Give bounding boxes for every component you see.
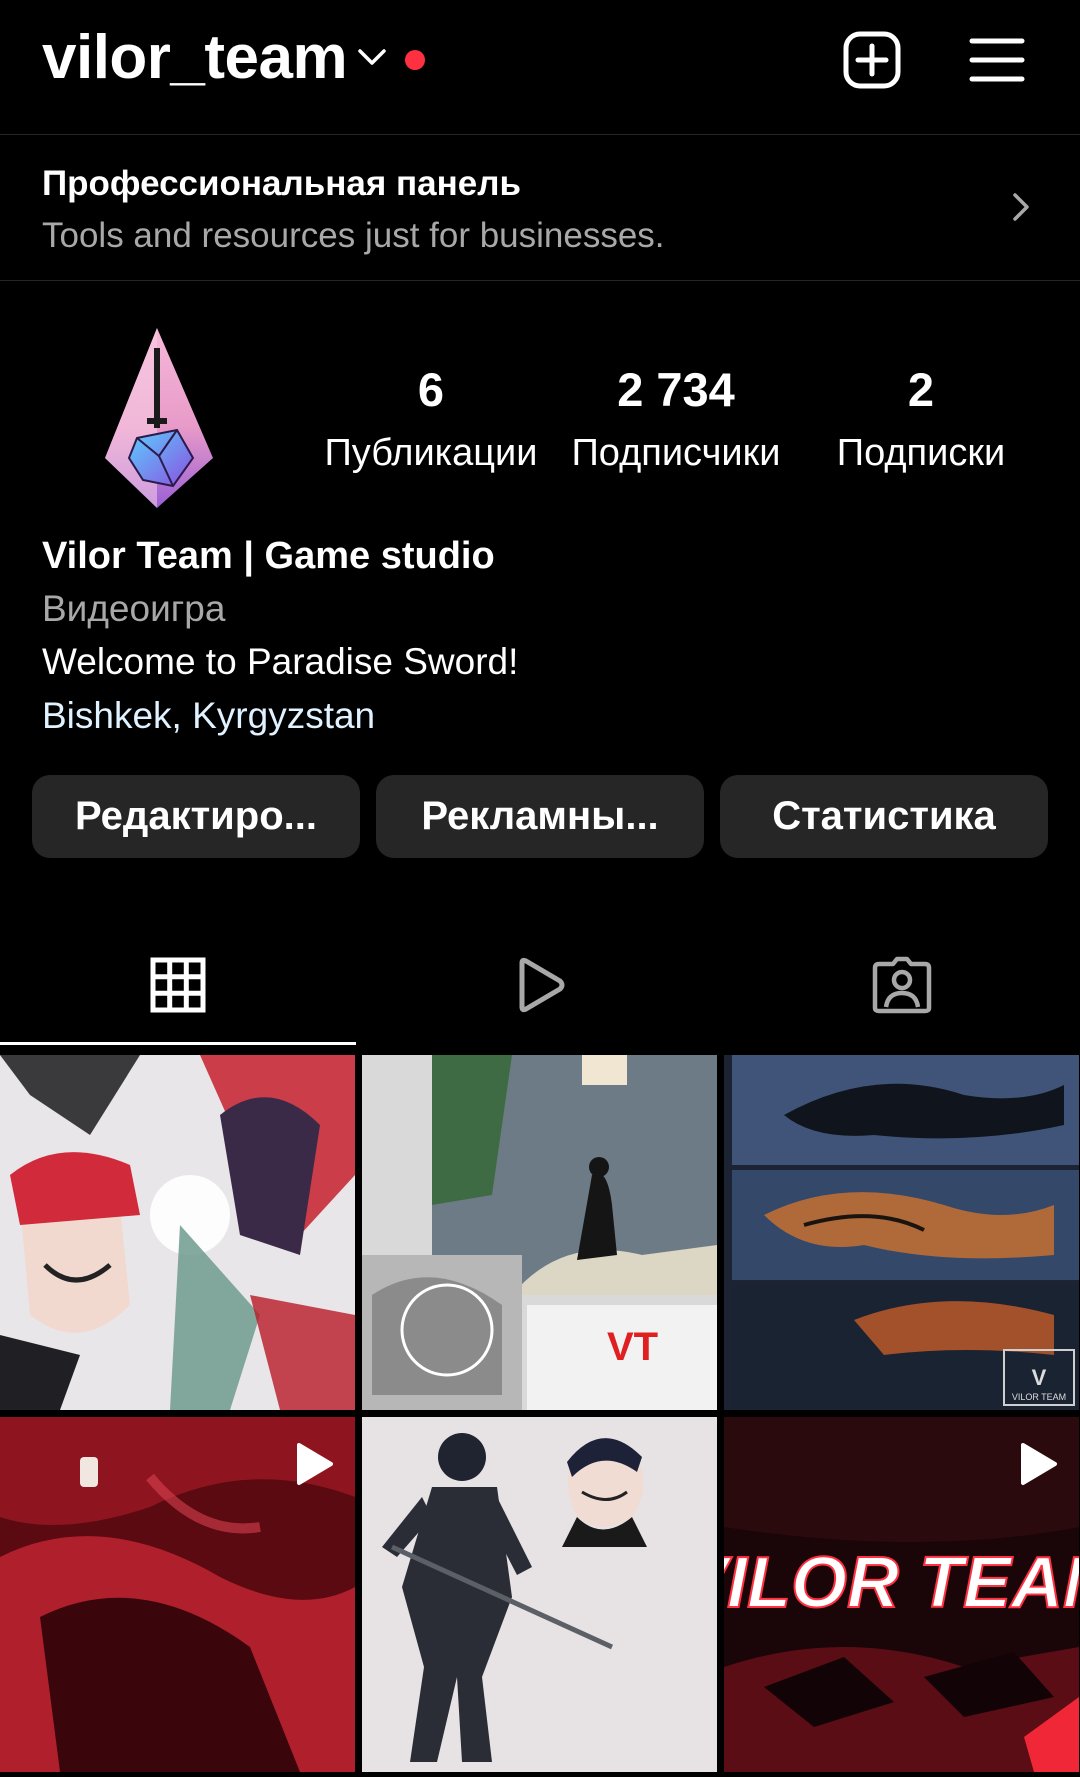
active-tab-indicator — [0, 1042, 356, 1045]
posts-label: Публикации — [324, 432, 538, 474]
vilor-team-watermark: VILOR TEAM — [1012, 1392, 1066, 1402]
post-thumbnail[interactable]: VT — [362, 1055, 717, 1410]
profile-bio: Welcome to Paradise Sword! — [42, 641, 519, 682]
post-thumbnail[interactable] — [362, 1417, 717, 1772]
video-play-icon — [297, 1443, 333, 1485]
v-logo-mark: V — [1032, 1365, 1047, 1390]
following-label[interactable]: Подписки — [801, 432, 1041, 475]
chevron-down-icon[interactable] — [355, 44, 389, 70]
post-thumbnail[interactable]: VILOR TEAM — [724, 1417, 1079, 1772]
profile-avatar[interactable] — [85, 318, 230, 518]
pro-panel-title: Профессиональная панель — [42, 164, 521, 203]
followers-count[interactable]: 2 734 — [556, 362, 796, 417]
post-thumbnail[interactable] — [0, 1417, 355, 1772]
ad-tools-button[interactable]: Рекламны... — [376, 775, 704, 858]
profile-name: Vilor Team | Game studio — [42, 535, 495, 577]
tab-tagged[interactable] — [724, 930, 1080, 1040]
plus-square-icon — [843, 31, 901, 89]
reels-play-icon — [519, 957, 565, 1013]
tagged-person-icon — [872, 956, 932, 1014]
video-play-icon — [1021, 1443, 1057, 1485]
vt-logo-text: VT — [607, 1325, 658, 1369]
grid-icon — [150, 957, 206, 1013]
chevron-right-icon — [1013, 193, 1029, 221]
tab-posts-grid[interactable] — [0, 930, 356, 1040]
following-count[interactable]: 2 — [801, 362, 1041, 417]
post-thumbnail[interactable] — [0, 1055, 355, 1410]
vilor-team-title-text: VILOR TEAM — [724, 1543, 1079, 1623]
pro-panel-subtitle: Tools and resources just for businesses. — [42, 216, 665, 255]
create-post-button[interactable] — [840, 28, 904, 92]
edit-profile-button[interactable]: Редактиро... — [32, 775, 360, 858]
top-bar: vilor_team — [0, 0, 1080, 134]
insights-button[interactable]: Статистика — [720, 775, 1048, 858]
notification-dot — [405, 50, 425, 70]
profile-location-link[interactable]: Bishkek, Kyrgyzstan — [42, 695, 375, 737]
hamburger-menu-icon — [969, 38, 1025, 82]
username-title[interactable]: vilor_team — [42, 22, 348, 93]
tab-reels[interactable] — [362, 930, 718, 1040]
posts-count: 6 — [417, 363, 445, 416]
menu-button[interactable] — [965, 28, 1029, 92]
professional-dashboard-link[interactable] — [0, 135, 1080, 280]
followers-label[interactable]: Подписчики — [556, 432, 796, 475]
profile-category: Видеоигра — [42, 588, 226, 629]
divider — [0, 280, 1080, 281]
post-thumbnail[interactable]: VILOR TEAM V — [724, 1055, 1079, 1410]
